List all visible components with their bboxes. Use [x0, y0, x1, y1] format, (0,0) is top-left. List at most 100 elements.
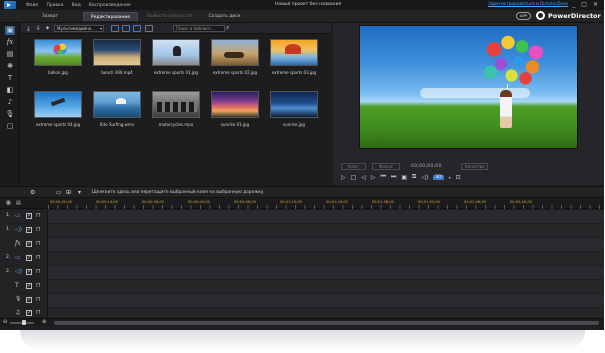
library-toolbar: ⤓ ⇩ ✦ Мультимедийно... ▾ Поиск в библиот.… [21, 23, 331, 34]
lock-icon[interactable]: ⊓ [36, 309, 41, 316]
next-frame-icon[interactable]: ▷ [371, 174, 376, 181]
track-lane[interactable] [48, 308, 604, 318]
fullscreen-icon[interactable]: ⊡ [456, 174, 461, 181]
app-badge[interactable]: APP [516, 12, 531, 20]
media-item[interactable]: extreme sports 03.jpg [270, 39, 318, 89]
lock-icon[interactable]: ⊓ [36, 212, 41, 219]
media-label: extreme sports 03.jpg [271, 70, 317, 75]
track-enable-checkbox[interactable]: ✓ [26, 269, 32, 275]
tab-capture[interactable]: Захват [30, 12, 70, 21]
timecode-display[interactable]: 00;00;00;00 [411, 164, 442, 169]
lock-icon[interactable]: ⊓ [36, 254, 41, 261]
media-type-dropdown[interactable]: Мультимедийно... ▾ [54, 25, 104, 32]
snapshot-icon[interactable]: ▣ [401, 174, 407, 181]
track-enable-checkbox[interactable]: ✓ [26, 255, 32, 261]
track-enable-checkbox[interactable]: ✓ [26, 310, 32, 316]
lock-icon[interactable]: ⊓ [36, 268, 41, 275]
media-item[interactable]: extreme sports 01.jpg [152, 39, 200, 89]
clip-mode-button[interactable]: Клип [341, 163, 366, 170]
fix-enhance-icon[interactable]: ⚙ [30, 189, 35, 196]
keyframe-icon[interactable]: ▭ [56, 189, 62, 196]
quality-dropdown[interactable]: Качество [461, 163, 489, 170]
movie-mode-button[interactable]: Фильм [371, 163, 400, 170]
stop-icon[interactable]: □ [351, 174, 357, 181]
media-item[interactable]: motorcycles.mpo [152, 91, 200, 141]
menu-playback[interactable]: Воспроизведение [89, 3, 131, 8]
menu-view[interactable]: Вид [72, 3, 81, 8]
view-menu-button[interactable] [145, 25, 153, 32]
track-enable-checkbox[interactable]: ✓ [26, 283, 32, 289]
menu-file[interactable]: Файл [26, 3, 38, 8]
track-lane[interactable] [48, 224, 604, 237]
download-media-icon[interactable]: ⇩ [35, 25, 42, 32]
volume-icon[interactable]: ◁) [421, 174, 428, 181]
tab-produce[interactable]: Вывести результат [145, 12, 195, 21]
audio-track-icon: ◁) [15, 268, 22, 275]
timeline-ruler[interactable]: ▦ ▤ 00;00;00;00 00;00;14;00 00;00;28;00 … [0, 199, 604, 209]
minimize-button[interactable]: _ [572, 1, 575, 8]
view-image-filter-button[interactable] [122, 25, 130, 32]
lock-icon[interactable]: ⊓ [36, 226, 41, 233]
3d-mode-button[interactable]: 3D [433, 174, 444, 180]
plugin-icon[interactable]: ✦ [44, 25, 51, 32]
search-icon[interactable]: ⌕ [226, 24, 229, 32]
timeline-scrollbar[interactable] [54, 321, 599, 325]
track-enable-checkbox[interactable]: ✓ [26, 213, 32, 219]
menu-edit[interactable]: Правка [46, 3, 63, 8]
track-lane[interactable] [48, 238, 604, 251]
track-lane[interactable] [48, 210, 604, 223]
maximize-button[interactable]: □ [581, 1, 587, 8]
chevron-down-icon[interactable]: ▾ [449, 175, 451, 180]
track-enable-checkbox[interactable]: ✓ [26, 297, 32, 303]
previous-frame-icon[interactable]: ◁ [361, 174, 366, 181]
zoom-slider-knob[interactable] [22, 320, 26, 325]
transition-room-icon[interactable]: ◧ [5, 86, 15, 95]
edit-tools-icon[interactable]: ⊞ [66, 189, 71, 196]
track-lane[interactable] [48, 294, 604, 307]
title-room-icon[interactable]: T [5, 74, 15, 83]
view-video-filter-button[interactable] [111, 25, 119, 32]
media-item[interactable]: ballon.jpg [34, 39, 82, 89]
track-lane[interactable] [48, 280, 604, 293]
scrollbar-thumb[interactable] [54, 321, 599, 325]
track-enable-checkbox[interactable]: ✓ [26, 227, 32, 233]
lock-icon[interactable]: ⊓ [36, 240, 41, 247]
media-label: sunrise.jpg [283, 122, 305, 127]
tab-edit[interactable]: Редактирование [83, 12, 138, 21]
zoom-in-icon[interactable]: ⊕ [42, 319, 46, 325]
lock-icon[interactable]: ⊓ [36, 296, 41, 303]
media-item[interactable]: Kite Surfing.wmv [93, 91, 141, 141]
timeline-view-icon[interactable]: ▦ [6, 200, 11, 206]
media-item[interactable]: sunrise.jpg [270, 91, 318, 141]
library-search-input[interactable]: Поиск в библиот... [173, 25, 225, 32]
zoom-out-icon[interactable]: ⊖ [3, 319, 7, 325]
voiceover-room-icon[interactable]: 🎙 [5, 110, 15, 119]
media-item[interactable]: extreme sports 04.jpg [34, 91, 82, 141]
track-lane[interactable] [48, 252, 604, 265]
chapter-room-icon[interactable]: ▢ [5, 122, 15, 131]
media-room-icon[interactable]: ▣ [5, 26, 15, 35]
media-item[interactable]: extreme sports 02.jpg [211, 39, 259, 89]
track-enable-checkbox[interactable]: ✓ [26, 241, 32, 247]
lock-icon[interactable]: ⊓ [36, 282, 41, 289]
media-library: ⤓ ⇩ ✦ Мультимедийно... ▾ Поиск в библиот.… [21, 23, 331, 185]
audio-mix-room-icon[interactable]: ♪ [5, 98, 15, 107]
media-item[interactable]: beach 360.mp4 [93, 39, 141, 89]
view-audio-filter-button[interactable] [133, 25, 141, 32]
particle-room-icon[interactable]: ❋ [5, 62, 15, 71]
rewind-icon[interactable]: ⏮ [381, 173, 386, 181]
close-button[interactable]: ✕ [593, 1, 598, 8]
tab-create-disc[interactable]: Создать диск [202, 12, 247, 21]
effect-room-icon[interactable]: fx [5, 38, 15, 47]
track-lane[interactable] [48, 266, 604, 279]
media-item[interactable]: sunrise 01.jpg [211, 91, 259, 141]
chevron-down-icon: ▾ [99, 26, 102, 31]
pip-room-icon[interactable]: ▤ [5, 50, 15, 59]
fast-forward-icon[interactable]: ⏭ [391, 173, 396, 181]
storyboard-view-icon[interactable]: ▤ [16, 200, 21, 206]
import-media-icon[interactable]: ⤓ [25, 25, 32, 32]
chevron-down-icon[interactable]: ▾ [78, 189, 81, 196]
play-icon[interactable]: ▷ [341, 174, 346, 181]
undock-icon[interactable]: ⧉ [412, 173, 416, 181]
register-link[interactable]: Зарегистрироваться в DirectorZone [488, 2, 568, 7]
